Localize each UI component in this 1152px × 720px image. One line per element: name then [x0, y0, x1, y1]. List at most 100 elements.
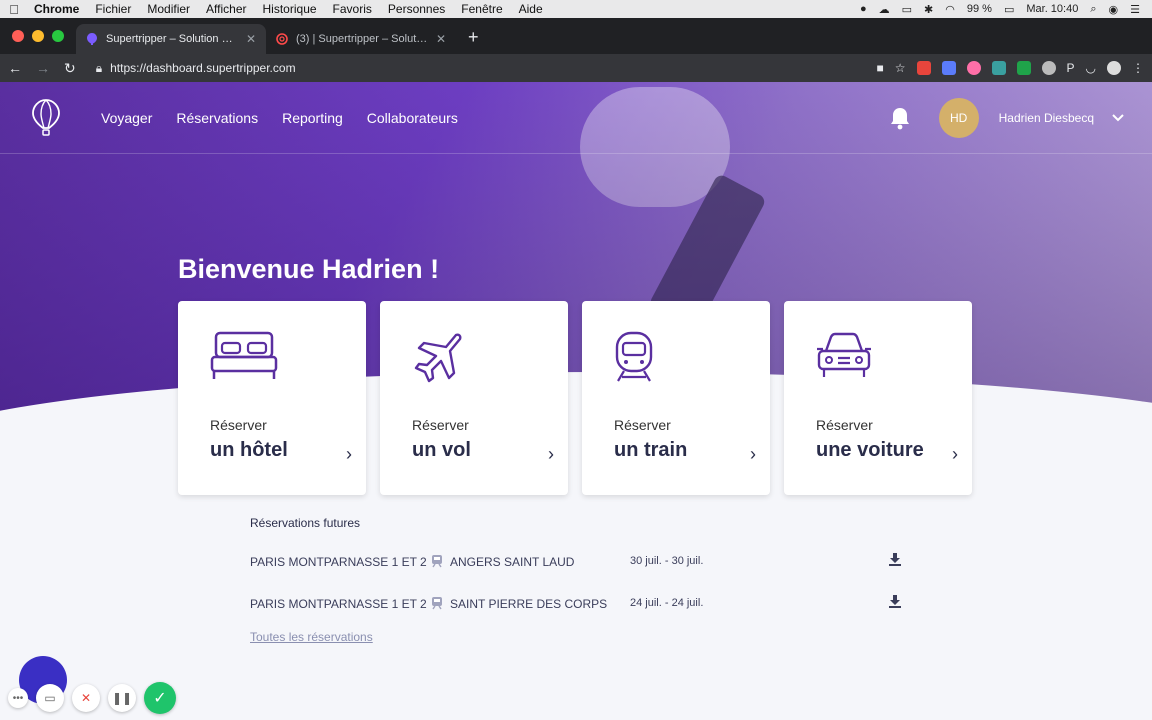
card-book-flight[interactable]: Réserver un vol ›	[380, 301, 568, 495]
destination-station: SAINT PIERRE DES CORPS	[450, 597, 608, 611]
menu-historique[interactable]: Historique	[255, 2, 325, 16]
cancel-recording-icon[interactable]: ✕	[72, 684, 100, 712]
card-book-hotel[interactable]: Réserver un hôtel ›	[178, 301, 366, 495]
menu-fichier[interactable]: Fichier	[87, 2, 139, 16]
profile-avatar-icon[interactable]	[1107, 61, 1121, 75]
spotlight-icon[interactable]: ⌕	[1090, 3, 1096, 16]
tab-label: (3) | Supertripper – Solution de	[296, 33, 428, 45]
pocket-icon[interactable]: ◡	[1086, 61, 1096, 75]
extension-circle-icon[interactable]	[1041, 61, 1056, 75]
menu-aide[interactable]: Aide	[511, 2, 551, 16]
download-icon[interactable]	[888, 552, 902, 566]
chevron-right-icon: ›	[952, 444, 958, 464]
destination-station: ANGERS SAINT LAUD	[450, 555, 575, 569]
camera-toggle-icon[interactable]: ▭	[36, 684, 64, 712]
card-label-big: un hôtel	[210, 439, 288, 461]
plane-icon	[414, 333, 462, 383]
microphone-icon[interactable]: ●	[860, 3, 867, 15]
extensions-area: ■ ☆ P ◡ ⋮	[876, 61, 1144, 75]
menu-modifier[interactable]: Modifier	[139, 2, 198, 16]
extension-p-icon[interactable]: P	[1067, 61, 1075, 75]
reservation-row[interactable]: PARIS MONTPARNASSE 1 ET 2 SAINT PIERRE D…	[250, 590, 910, 632]
spiral-favicon-icon	[276, 33, 288, 45]
train-small-icon	[432, 555, 442, 568]
tab-supertripper-2[interactable]: (3) | Supertripper – Solution de ✕	[266, 24, 456, 54]
url-text: https://dashboard.supertripper.com	[110, 61, 296, 75]
balloon-logo-icon[interactable]	[31, 98, 61, 138]
future-reservations: Réservations futures PARIS MONTPARNASSE …	[250, 516, 910, 644]
cloud-icon[interactable]: ☁	[879, 3, 890, 16]
clock[interactable]: Mar. 10:40	[1026, 3, 1078, 15]
train-icon	[615, 331, 653, 382]
bell-icon[interactable]	[889, 106, 911, 130]
menu-personnes[interactable]: Personnes	[380, 2, 453, 16]
menu-favoris[interactable]: Favoris	[325, 2, 380, 16]
airplay-icon[interactable]: ▭	[902, 3, 912, 16]
extension-grid-icon[interactable]	[941, 61, 956, 75]
window-controls	[0, 18, 76, 54]
more-options-icon[interactable]: •••	[8, 688, 28, 708]
reload-icon[interactable]: ↻	[64, 60, 76, 77]
nav-voyager[interactable]: Voyager	[101, 110, 152, 126]
trip-dates: 24 juil. - 24 juil.	[630, 597, 704, 609]
tab-close-icon[interactable]: ✕	[246, 32, 256, 46]
notification-center-icon[interactable]: ☰	[1130, 3, 1140, 16]
chevron-right-icon: ›	[346, 444, 352, 464]
user-name[interactable]: Hadrien Diesbecq	[999, 111, 1094, 125]
bluetooth-icon[interactable]: ✱	[924, 3, 933, 16]
nav-reservations[interactable]: Réservations	[176, 110, 258, 126]
chevron-down-icon[interactable]	[1112, 113, 1124, 122]
browser-toolbar: ← → ↻ 🔒︎ https://dashboard.supertripper.…	[0, 54, 1152, 82]
browser-tab-strip: Supertripper – Solution de Ges ✕ (3) | S…	[0, 18, 1152, 54]
app-navbar: Voyager Réservations Reporting Collabora…	[0, 82, 1152, 154]
tab-supertripper-1[interactable]: Supertripper – Solution de Ges ✕	[76, 24, 266, 54]
camera-icon[interactable]: ■	[876, 61, 883, 75]
tab-label: Supertripper – Solution de Ges	[106, 33, 238, 45]
card-book-train[interactable]: Réserver un train ›	[582, 301, 770, 495]
download-icon[interactable]	[888, 594, 902, 608]
extension-teal-icon[interactable]	[991, 61, 1006, 75]
card-label-big: une voiture	[816, 439, 924, 461]
bookmark-star-icon[interactable]: ☆	[895, 61, 906, 75]
battery-icon[interactable]: ▭	[1004, 3, 1014, 16]
wifi-icon[interactable]: ◠	[945, 3, 955, 16]
chevron-right-icon: ›	[750, 444, 756, 464]
back-arrow-icon[interactable]: ←	[8, 60, 22, 76]
apple-icon[interactable]: 	[0, 2, 28, 17]
page-title: Bienvenue Hadrien !	[178, 254, 440, 284]
pause-icon[interactable]: ❚❚	[108, 684, 136, 712]
macos-menubar:  Chrome Fichier Modifier Afficher Histo…	[0, 0, 1152, 18]
card-label-small: Réserver	[614, 417, 671, 433]
siri-icon[interactable]: ◉	[1109, 3, 1119, 16]
menu-afficher[interactable]: Afficher	[198, 2, 254, 16]
extension-record-icon[interactable]	[916, 61, 931, 75]
finish-recording-icon[interactable]: ✓	[144, 682, 176, 714]
origin-station: PARIS MONTPARNASSE 1 ET 2	[250, 555, 427, 569]
menu-app-name[interactable]: Chrome	[28, 2, 87, 16]
forward-arrow-icon[interactable]: →	[36, 60, 50, 76]
nav-collaborateurs[interactable]: Collaborateurs	[367, 110, 458, 126]
card-label-small: Réserver	[210, 417, 267, 433]
section-title: Réservations futures	[250, 516, 361, 530]
close-window-button[interactable]	[12, 30, 24, 42]
zoom-window-button[interactable]	[52, 30, 64, 42]
card-label-small: Réserver	[816, 417, 873, 433]
extension-check-icon[interactable]	[1016, 61, 1031, 75]
recorder-controls: ••• ▭ ✕ ❚❚ ✓	[8, 682, 176, 714]
extension-pink-icon[interactable]	[966, 61, 981, 75]
address-bar[interactable]: 🔒︎ https://dashboard.supertripper.com	[96, 61, 296, 76]
reservation-row[interactable]: PARIS MONTPARNASSE 1 ET 2 ANGERS SAINT L…	[250, 548, 910, 590]
card-book-car[interactable]: Réserver une voiture ›	[784, 301, 972, 495]
new-tab-icon[interactable]: +	[456, 27, 491, 54]
nav-reporting[interactable]: Reporting	[282, 110, 343, 126]
tab-close-icon[interactable]: ✕	[436, 32, 446, 46]
all-reservations-link[interactable]: Toutes les réservations	[250, 630, 910, 644]
card-label-big: un train	[614, 439, 688, 461]
menu-fenetre[interactable]: Fenêtre	[453, 2, 510, 16]
origin-station: PARIS MONTPARNASSE 1 ET 2	[250, 597, 427, 611]
battery-percent[interactable]: 99 %	[967, 3, 992, 15]
avatar[interactable]: HD	[938, 97, 979, 138]
minimize-window-button[interactable]	[32, 30, 44, 42]
chrome-menu-icon[interactable]: ⋮	[1132, 61, 1144, 75]
bed-icon	[210, 331, 278, 379]
